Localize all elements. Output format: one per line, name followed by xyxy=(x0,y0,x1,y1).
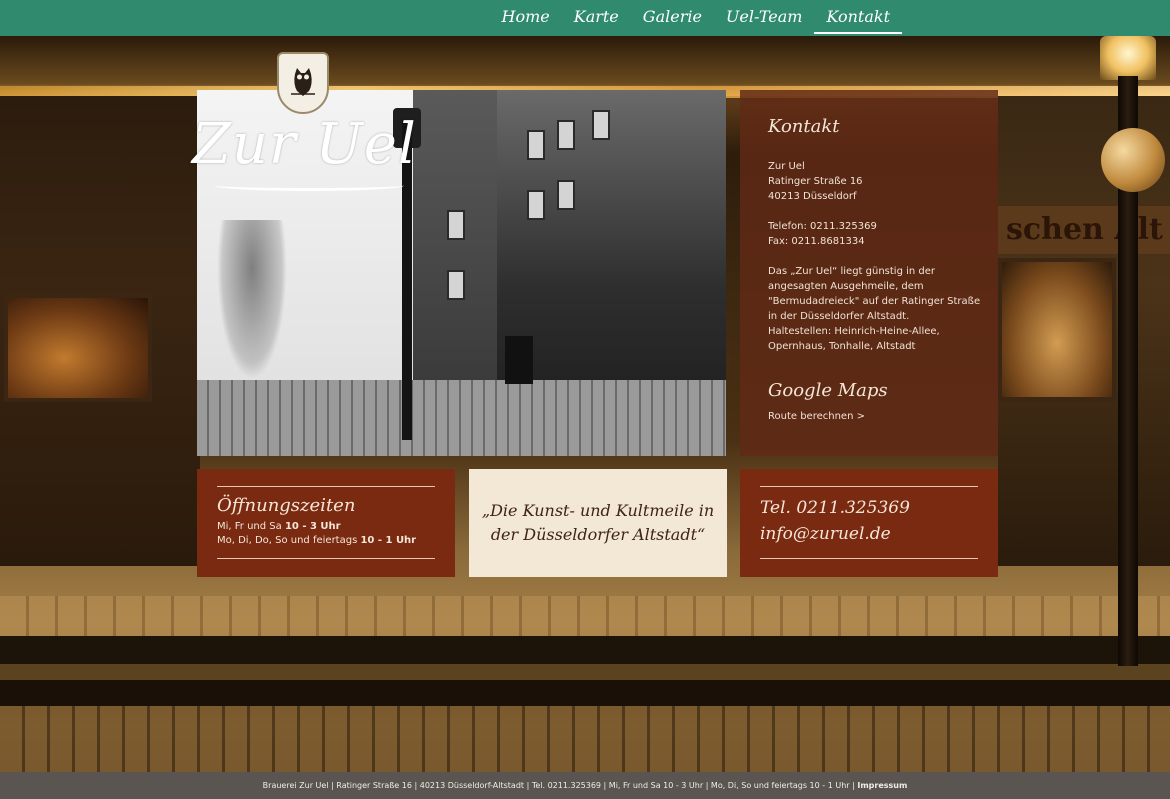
contact-desc-line: Haltestellen: Heinrich-Heine-Allee, xyxy=(768,326,940,337)
owl-shield-icon xyxy=(291,68,315,96)
contact-title: Kontakt xyxy=(768,116,840,137)
hero-menu-board xyxy=(505,336,533,384)
footer-text: Brauerei Zur Uel | Ratinger Straße 16 | … xyxy=(262,781,858,790)
curb-step xyxy=(0,636,1170,664)
quote-box: „Die Kunst- und Kultmeile in der Düsseldo… xyxy=(469,469,727,577)
contact-city: 40213 Düsseldorf xyxy=(768,191,857,202)
contact-address: Zur Uel Ratinger Straße 16 40213 Düsseld… xyxy=(768,159,998,354)
logo-script: Zur Uel xyxy=(192,112,417,177)
hero-cobblestones xyxy=(197,380,726,456)
contact-phone: Telefon: 0211.325369 xyxy=(768,221,877,232)
quote-line-2: der Düsseldorfer Altstadt“ xyxy=(490,525,706,544)
opening-hours-title: Öffnungszeiten xyxy=(217,495,356,516)
contact-desc-line: Das „Zur Uel“ liegt günstig in der xyxy=(768,266,936,277)
hero-tree xyxy=(217,220,287,380)
hero-window xyxy=(447,270,465,300)
call-box: Tel. 0211.325369 info@zuruel.de xyxy=(740,469,998,577)
opening-hours-line-1: Mi, Fr und Sa 10 - 3 Uhr xyxy=(217,520,435,534)
sidewalk xyxy=(0,596,1170,636)
footer-impressum-link[interactable]: Impressum xyxy=(857,781,907,790)
nav-karte[interactable]: Karte xyxy=(562,0,631,36)
divider xyxy=(217,486,435,487)
nav-uel-team[interactable]: Uel-Team xyxy=(714,0,815,36)
opening-hours-line-2: Mo, Di, Do, So und feiertags 10 - 1 Uhr xyxy=(217,534,435,548)
contact-desc-line: "Bermudadreieck" auf der Ratinger Straße xyxy=(768,296,981,307)
background-sign: schen Alt xyxy=(998,206,1170,254)
main-nav: Home Karte Galerie Uel-Team Kontakt xyxy=(490,0,902,36)
contact-street: Ratinger Straße 16 xyxy=(768,176,863,187)
quote-text: „Die Kunst- und Kultmeile in der Düsseldo… xyxy=(474,499,722,547)
street-lamp-head xyxy=(1100,36,1156,80)
hero-window xyxy=(527,190,545,220)
nav-kontakt[interactable]: Kontakt xyxy=(814,0,902,34)
contact-desc-line: angesagten Ausgehmeile, dem xyxy=(768,281,924,292)
logo-swoosh xyxy=(214,180,404,191)
divider xyxy=(760,558,978,559)
contact-name: Zur Uel xyxy=(768,161,805,172)
top-nav-bar: Home Karte Galerie Uel-Team Kontakt xyxy=(0,0,1170,36)
hero-window xyxy=(527,130,545,160)
hero-window xyxy=(447,210,465,240)
nav-galerie[interactable]: Galerie xyxy=(631,0,714,36)
footer: Brauerei Zur Uel | Ratinger Straße 16 | … xyxy=(0,772,1170,799)
curb-gutter xyxy=(0,680,1170,706)
contact-desc-line: in der Düsseldorfer Altstadt. xyxy=(768,311,910,322)
hanging-sign xyxy=(1101,128,1165,192)
contact-desc-line: Opernhaus, Tonhalle, Altstadt xyxy=(768,341,916,352)
hero-building-far xyxy=(413,90,503,390)
contact-fax: Fax: 0211.8681334 xyxy=(768,236,865,247)
hours-time: 10 - 3 Uhr xyxy=(284,521,341,532)
logo-shield[interactable] xyxy=(277,52,329,114)
hero-window xyxy=(557,180,575,210)
route-link[interactable]: Route berechnen > xyxy=(768,411,998,422)
nav-home[interactable]: Home xyxy=(490,0,562,36)
hours-days: Mo, Di, Do, So und feiertags xyxy=(217,535,361,546)
divider xyxy=(760,486,978,487)
hero-window xyxy=(557,120,575,150)
hero-window xyxy=(592,110,610,140)
contact-panel: Kontakt Zur Uel Ratinger Straße 16 40213… xyxy=(740,90,998,456)
call-phone-link[interactable]: Tel. 0211.325369 xyxy=(760,495,978,521)
pub-window-left xyxy=(4,294,152,402)
hours-time: 10 - 1 Uhr xyxy=(360,535,417,546)
divider xyxy=(217,558,435,559)
pub-window-right xyxy=(998,258,1116,401)
call-email-link[interactable]: info@zuruel.de xyxy=(760,521,978,547)
curb-edge xyxy=(0,664,1170,680)
cobblestone-street xyxy=(0,706,1170,772)
google-maps-title: Google Maps xyxy=(768,380,888,401)
opening-hours-box: Öffnungszeiten Mi, Fr und Sa 10 - 3 Uhr … xyxy=(197,469,455,577)
quote-line-1: „Die Kunst- und Kultmeile in xyxy=(481,501,715,520)
hours-days: Mi, Fr und Sa xyxy=(217,521,285,532)
